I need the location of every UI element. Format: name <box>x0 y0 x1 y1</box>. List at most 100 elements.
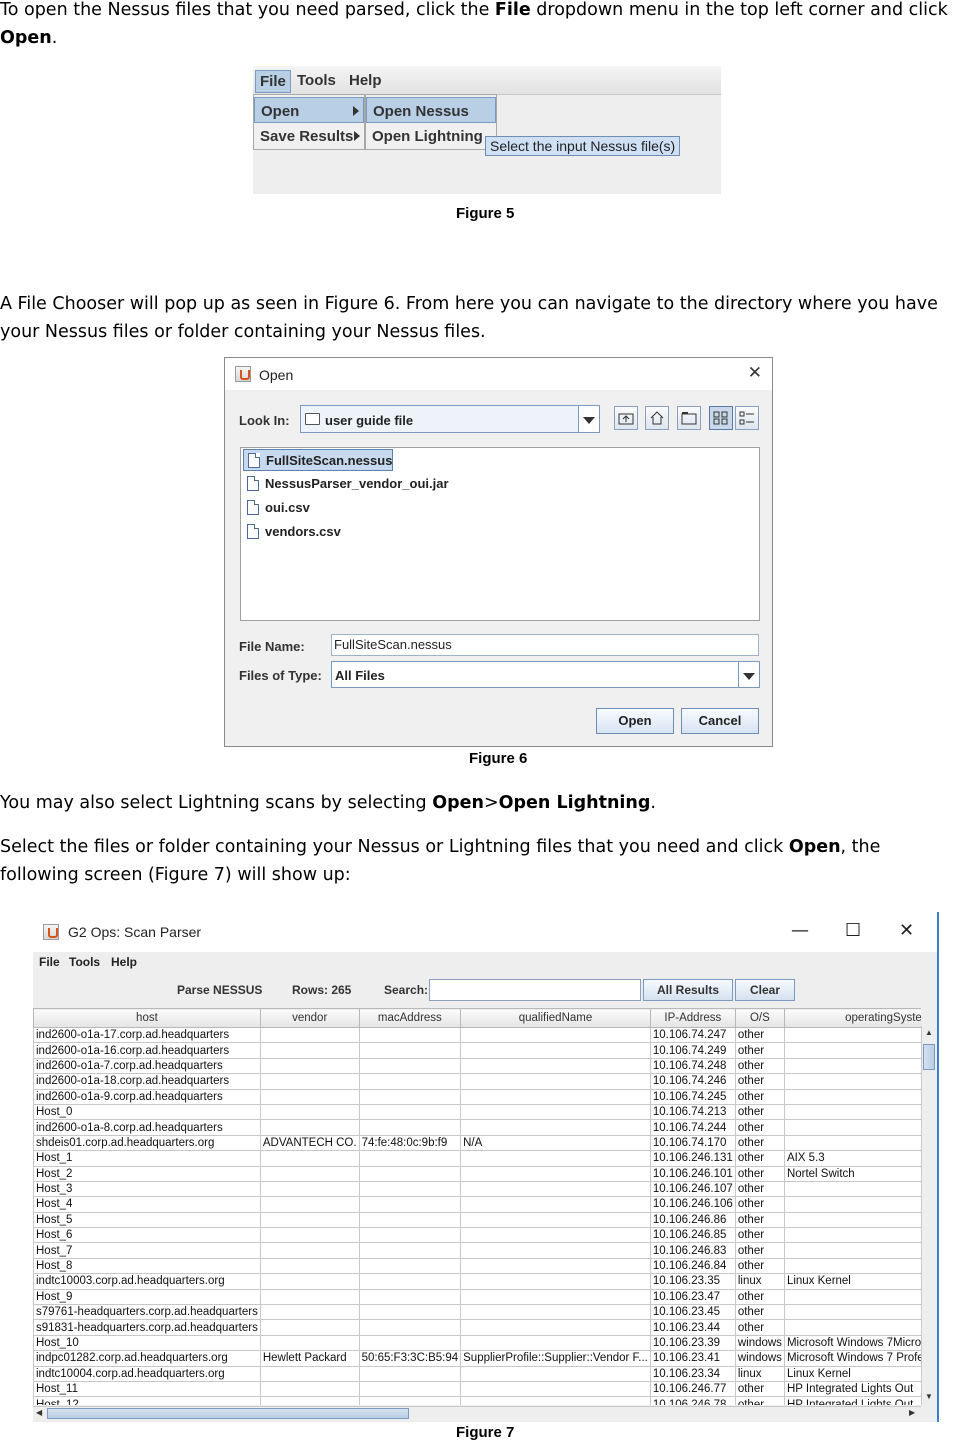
table-cell <box>358 1319 462 1336</box>
chevron-down-icon[interactable] <box>578 406 599 432</box>
table-row[interactable]: Host_7 10.106.246.83 other <box>33 1242 921 1259</box>
cancel-button[interactable]: Cancel <box>681 708 759 734</box>
table-row[interactable]: ind2600-o1a-17.corp.ad.headquarters 10.10… <box>33 1026 921 1044</box>
maximize-icon[interactable]: ☐ <box>845 920 861 941</box>
file-type-dropdown[interactable]: All Files <box>331 661 760 688</box>
table-row[interactable]: Host_9 10.106.23.47 other <box>33 1288 921 1306</box>
table-row[interactable]: indpc01282.corp.ad.headquarters.org Hewle… <box>33 1350 921 1367</box>
table-row[interactable]: ind2600-o1a-9.corp.ad.headquarters 10.106… <box>33 1088 921 1105</box>
table-cell: Hewlett Packard <box>259 1350 360 1367</box>
table-cell: 10.106.246.107 <box>649 1180 736 1198</box>
column-header[interactable]: qualifiedName <box>460 1008 651 1028</box>
table-row[interactable]: ind2600-o1a-18.corp.ad.headquarters 10.10… <box>33 1073 921 1090</box>
details-view-icon[interactable] <box>735 406 759 430</box>
close-icon[interactable]: ✕ <box>899 920 914 941</box>
table-cell: Host_9 <box>33 1288 261 1306</box>
horizontal-scroll-thumb[interactable] <box>47 1408 409 1419</box>
file-item-oui[interactable]: oui.csv <box>243 497 310 519</box>
new-folder-icon[interactable] <box>677 406 701 430</box>
menu-item-open-lightning[interactable]: Open Lightning <box>366 123 496 149</box>
table-row[interactable]: Host_0 10.106.74.213 other <box>33 1103 921 1121</box>
minimize-icon[interactable]: — <box>791 920 809 941</box>
table-cell <box>358 1088 462 1105</box>
table-row[interactable]: indtc10004.corp.ad.headquarters.org 10.10… <box>33 1365 921 1382</box>
column-header[interactable]: O/S <box>734 1008 785 1028</box>
text: To open the Nessus files that you need p… <box>0 0 495 20</box>
column-header[interactable]: vendor <box>259 1008 360 1028</box>
table-cell <box>259 1165 360 1182</box>
vertical-scrollbar[interactable]: ▲ ▼ <box>921 1026 937 1405</box>
look-in-dropdown[interactable]: user guide file <box>300 405 600 433</box>
menu-help[interactable]: Help <box>111 955 137 969</box>
menu-tools[interactable]: Tools <box>293 70 340 91</box>
column-header[interactable]: macAddress <box>358 1008 462 1028</box>
table-row[interactable]: s91831-headquarters.corp.ad.headquarters… <box>33 1319 921 1336</box>
table-row[interactable]: ind2600-o1a-16.corp.ad.headquarters 10.10… <box>33 1042 921 1059</box>
column-header[interactable]: IP-Address <box>649 1008 736 1028</box>
table-cell <box>460 1073 651 1090</box>
table-cell: 10.106.74.213 <box>649 1103 736 1121</box>
open-button[interactable]: Open <box>596 708 674 734</box>
scroll-down-icon[interactable]: ▼ <box>925 1392 933 1401</box>
clear-button[interactable]: Clear <box>735 979 795 1001</box>
search-input[interactable] <box>429 979 641 1001</box>
file-item-fullsitescan[interactable]: FullSiteScan.nessus <box>243 449 394 471</box>
table-row[interactable]: Host_12 10.106.246.78 other HP Integrated L… <box>33 1396 921 1405</box>
table-row[interactable]: Host_6 10.106.246.85 other <box>33 1227 921 1244</box>
bold-file: File <box>494 0 531 20</box>
table-row[interactable]: Host_4 10.106.246.106 other <box>33 1196 921 1213</box>
scroll-up-icon[interactable]: ▲ <box>925 1028 933 1037</box>
close-icon[interactable]: ✕ <box>748 363 762 383</box>
menu-help[interactable]: Help <box>345 70 386 91</box>
menu-item-label: Save Results <box>260 128 354 145</box>
vertical-scroll-thumb[interactable] <box>923 1044 935 1070</box>
table-cell: other <box>734 1165 785 1182</box>
file-name-field[interactable]: FullSiteScan.nessus <box>331 634 759 656</box>
scroll-left-icon[interactable]: ◀ <box>36 1408 42 1417</box>
horizontal-scrollbar[interactable]: ◀ ▶ <box>33 1406 921 1421</box>
menu-item-open-nessus[interactable]: Open Nessus <box>366 97 496 123</box>
table-row[interactable]: Host_10 10.106.23.39 windows Microsoft Wind… <box>33 1334 921 1352</box>
table-row[interactable]: indtc10003.corp.ad.headquarters.org 10.10… <box>33 1273 921 1290</box>
figure-5-menu-screenshot: File Tools Help Open Save Results Open N… <box>253 66 721 194</box>
table-row[interactable]: s79761-headquarters.corp.ad.headquarters… <box>33 1304 921 1321</box>
table-row[interactable]: Host_5 10.106.246.86 other <box>33 1211 921 1229</box>
column-header[interactable]: host <box>33 1008 261 1028</box>
menu-item-open[interactable]: Open <box>254 97 364 123</box>
list-view-icon[interactable] <box>709 406 733 430</box>
table-row[interactable]: Host_11 10.106.246.77 other HP Integrated L… <box>33 1380 921 1398</box>
chevron-down-icon[interactable] <box>738 662 759 687</box>
table-row[interactable]: ind2600-o1a-8.corp.ad.headquarters 10.106… <box>33 1119 921 1136</box>
table-row[interactable]: Host_1 10.106.246.131 other AIX 5.3 <box>33 1150 921 1167</box>
menu-file[interactable]: File <box>39 955 60 969</box>
table-cell: other <box>734 1042 785 1059</box>
table-cell: Host_10 <box>33 1334 261 1352</box>
column-header[interactable]: operatingSystem <box>783 1008 921 1028</box>
table-row[interactable]: ind2600-o1a-7.corp.ad.headquarters 10.106… <box>33 1057 921 1075</box>
all-results-button[interactable]: All Results <box>643 979 733 1001</box>
table-row[interactable]: shdeis01.corp.ad.headquarters.org ADVANTE… <box>33 1134 921 1152</box>
menu-file[interactable]: File <box>255 70 291 93</box>
menu-tools[interactable]: Tools <box>69 955 100 969</box>
menu-item-save-results[interactable]: Save Results <box>254 123 364 149</box>
home-icon[interactable] <box>645 406 669 430</box>
file-list[interactable]: FullSiteScan.nessus NessusParser_vendor_… <box>240 447 760 621</box>
figure-caption: Figure 7 <box>456 1424 515 1441</box>
table-cell <box>358 1242 462 1259</box>
table-cell: HP Integrated Lights Out <box>783 1380 921 1398</box>
up-folder-icon[interactable] <box>614 406 638 430</box>
scroll-right-icon[interactable]: ▶ <box>909 1408 915 1417</box>
table-cell <box>259 1288 360 1306</box>
table-cell <box>460 1227 651 1244</box>
table-cell <box>259 1396 360 1405</box>
table-cell: 10.106.23.45 <box>649 1304 736 1321</box>
table-row[interactable]: Host_8 10.106.246.84 other <box>33 1257 921 1275</box>
table-cell: ind2600-o1a-18.corp.ad.headquarters <box>33 1073 261 1090</box>
file-item-jar[interactable]: NessusParser_vendor_oui.jar <box>243 473 449 495</box>
table-cell <box>460 1119 651 1136</box>
file-icon <box>247 500 259 515</box>
file-item-vendors[interactable]: vendors.csv <box>243 521 341 543</box>
table-row[interactable]: Host_3 10.106.246.107 other <box>33 1180 921 1198</box>
table-cell: 10.106.23.47 <box>649 1288 736 1306</box>
table-row[interactable]: Host_2 10.106.246.101 other Nortel Switch <box>33 1165 921 1182</box>
